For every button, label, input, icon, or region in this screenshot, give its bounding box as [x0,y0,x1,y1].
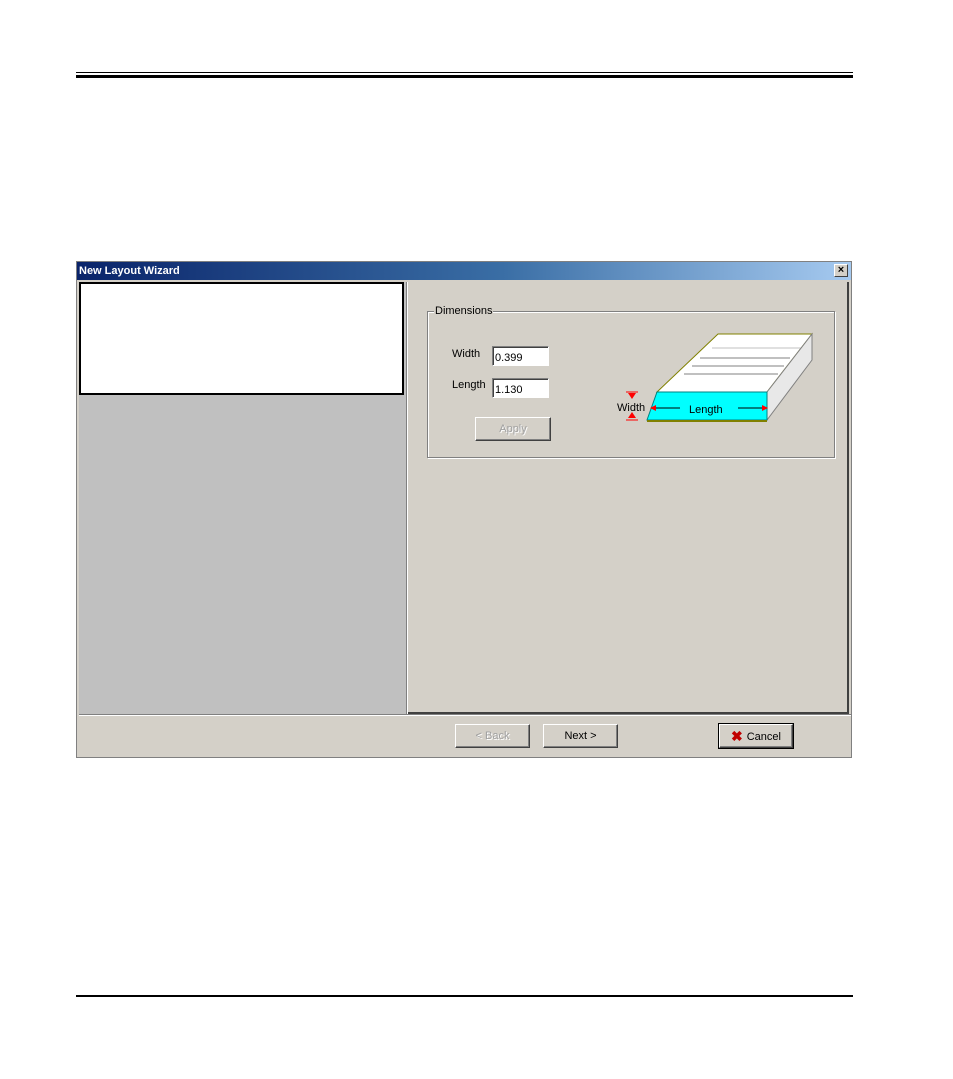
close-icon[interactable]: × [834,264,848,277]
width-arrow-top-icon [628,393,636,399]
back-button[interactable]: < Back [455,724,530,748]
board-dimensions-diagram: Width Length [617,332,814,422]
next-button[interactable]: Next > [543,724,618,748]
cancel-button[interactable]: ✖ Cancel [718,723,794,749]
length-label: Length [452,379,486,391]
left-preview-box [79,282,404,395]
apply-button[interactable]: Apply [475,417,551,441]
header-rule-thick [76,75,853,78]
diagram-width-label: Width [617,402,645,414]
new-layout-wizard-window: New Layout Wizard × Dimensions Width Len… [76,261,852,758]
cancel-icon: ✖ [731,728,743,744]
footer-rule [76,995,853,997]
window-title: New Layout Wizard [79,265,180,277]
footer-separator [79,714,851,716]
width-label: Width [452,348,481,360]
title-bar[interactable]: New Layout Wizard × [77,262,851,280]
dimensions-group-label: Dimensions [434,305,494,317]
width-field[interactable] [492,346,549,366]
header-rule [76,72,853,73]
length-field[interactable] [492,378,549,398]
cancel-label: Cancel [746,731,781,743]
diagram-length-label: Length [689,404,723,416]
